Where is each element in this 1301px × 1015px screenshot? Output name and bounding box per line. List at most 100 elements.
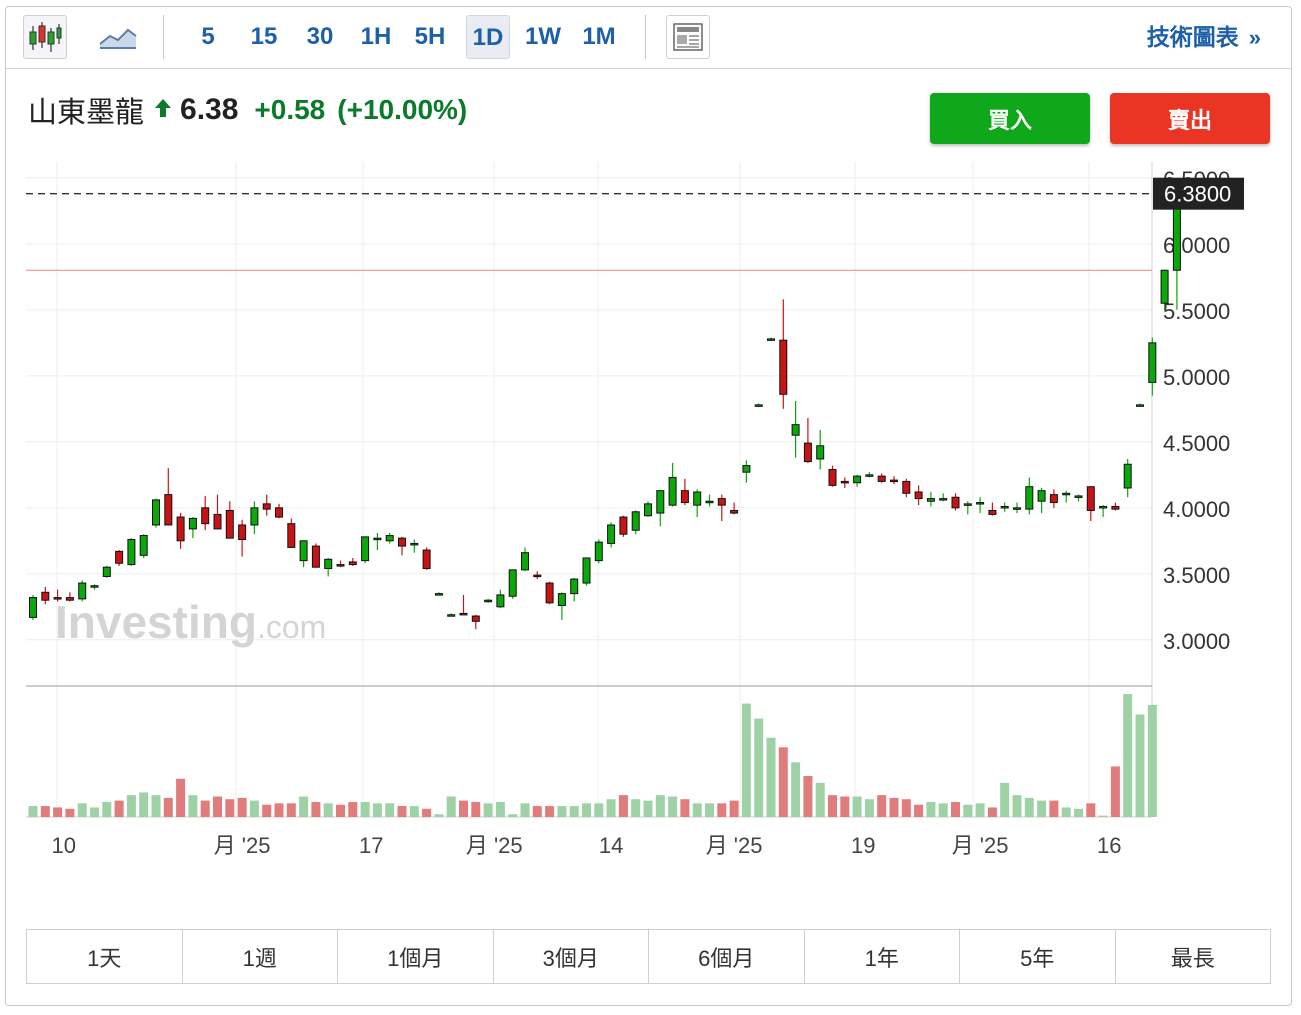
- volume-bar: [188, 795, 198, 817]
- candle-body: [619, 516, 628, 535]
- candle-body: [828, 469, 837, 486]
- volume-bar: [557, 806, 567, 817]
- range-button-6[interactable]: 5年: [960, 930, 1116, 983]
- candle-body: [287, 523, 296, 548]
- volume-bar: [852, 796, 862, 817]
- volume-bar: [176, 778, 186, 817]
- range-button-1[interactable]: 1週: [183, 930, 338, 983]
- volume-bar: [791, 762, 801, 817]
- volume-bar: [901, 799, 911, 817]
- volume-bar: [606, 799, 616, 817]
- volume-bar: [1074, 808, 1083, 817]
- candle-body: [680, 490, 689, 504]
- volume-bar: [262, 804, 272, 817]
- range-button-2[interactable]: 1個月: [338, 930, 494, 983]
- volume-bar: [741, 703, 751, 817]
- y-tick-label: 5.0000: [1163, 365, 1230, 390]
- volume-bar: [1123, 694, 1133, 817]
- volume-bar: [975, 803, 985, 817]
- candle-body: [41, 591, 50, 601]
- volume-bar: [1147, 704, 1157, 817]
- range-button-5[interactable]: 1年: [805, 930, 960, 983]
- volume-bar: [90, 807, 99, 817]
- volume-bar: [692, 803, 702, 817]
- candle-body: [926, 498, 935, 502]
- candle-body: [668, 476, 677, 506]
- candle-body: [29, 597, 37, 618]
- volume-bar: [631, 799, 641, 817]
- x-tick-label: 17: [359, 833, 383, 858]
- range-button-3[interactable]: 3個月: [494, 930, 649, 983]
- volume-bar: [397, 806, 407, 817]
- volume-bar: [311, 801, 321, 817]
- candle-body: [1025, 486, 1034, 510]
- range-button-0[interactable]: 1天: [27, 930, 183, 983]
- candle-body: [791, 424, 800, 436]
- candle-body: [545, 582, 554, 604]
- volume-bar: [705, 803, 714, 817]
- candle-body: [1000, 505, 1009, 509]
- volume-bar: [409, 806, 419, 817]
- volume-bar: [299, 796, 309, 817]
- x-tick-label: 月 '25: [214, 833, 271, 858]
- volume-bar: [200, 800, 210, 817]
- candle-body: [484, 599, 493, 603]
- volume-bar: [65, 808, 75, 817]
- volume-bar: [1037, 800, 1047, 817]
- candle-body: [238, 524, 247, 540]
- candle-body: [1062, 492, 1071, 496]
- candle-body: [951, 496, 960, 509]
- volume-bar: [471, 801, 481, 817]
- candle-body: [582, 557, 591, 584]
- volume-bar: [459, 800, 468, 817]
- candle-body: [840, 480, 849, 484]
- candle-body: [1111, 505, 1120, 510]
- volume-bar: [40, 806, 50, 817]
- candle-body: [385, 535, 394, 542]
- y-tick-label: 3.0000: [1163, 629, 1230, 654]
- range-button-7[interactable]: 最長: [1116, 930, 1271, 983]
- candle-body: [607, 524, 616, 544]
- volume-bar: [422, 808, 432, 817]
- candle-body: [471, 615, 480, 622]
- volume-bar: [348, 801, 358, 817]
- candle-body: [570, 578, 579, 595]
- volume-bar: [655, 795, 665, 817]
- candle-body: [853, 475, 862, 484]
- volume-bar: [815, 782, 825, 817]
- volume-bar: [53, 807, 63, 817]
- volume-bar: [717, 803, 727, 817]
- candle-body: [53, 597, 62, 600]
- candle-body: [422, 549, 431, 570]
- volume-bar: [545, 806, 555, 817]
- volume-bar: [360, 801, 370, 817]
- x-tick-label: 10: [52, 833, 76, 858]
- volume-bar: [1049, 800, 1059, 817]
- candle-body: [311, 545, 320, 568]
- volume-bar: [803, 776, 813, 817]
- candle-body: [275, 507, 283, 518]
- candle-body: [115, 550, 124, 564]
- candle-body: [373, 537, 382, 541]
- candle-body: [176, 516, 185, 542]
- volume-bar: [213, 796, 222, 817]
- volume-bar: [643, 800, 653, 817]
- candle-body: [262, 503, 271, 510]
- volume-bar: [864, 799, 874, 817]
- volume-bar: [778, 747, 788, 817]
- candle-body: [644, 503, 652, 517]
- candle-body: [127, 538, 136, 566]
- volume-bar: [225, 799, 235, 817]
- candle-body: [976, 502, 985, 505]
- candle-body: [434, 593, 443, 596]
- volume-bar: [483, 803, 493, 817]
- candle-body: [521, 552, 529, 571]
- candle-body: [336, 564, 345, 567]
- candle-body: [361, 536, 370, 562]
- candle-body: [1160, 269, 1169, 304]
- candle-body: [767, 338, 775, 341]
- volume-bar: [840, 796, 850, 817]
- price-chart[interactable]: 6.50006.00005.50005.00004.50004.00003.50…: [0, 0, 1301, 900]
- range-button-4[interactable]: 6個月: [649, 930, 805, 983]
- volume-bar: [1135, 714, 1145, 817]
